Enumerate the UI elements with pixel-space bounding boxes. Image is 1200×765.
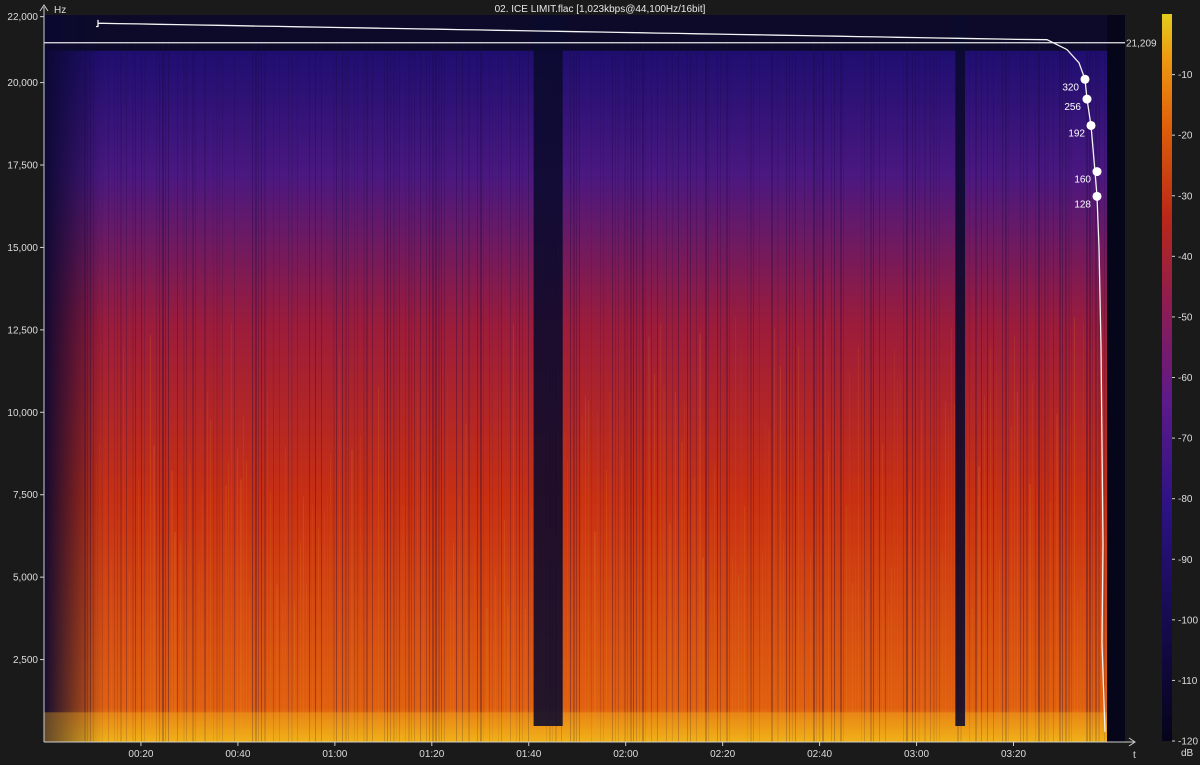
x-tick-label: 02:20 — [710, 749, 735, 760]
x-axis-unit: t — [1133, 750, 1136, 760]
colorbar-tick-label: -30 — [1178, 191, 1193, 202]
spectrogram-view: 22,000 20,000 17,500 15,000 12,500 10,000 7,50… — [0, 0, 1200, 761]
x-tick-label: 02:40 — [807, 749, 832, 760]
colorbar-tick-label: -70 — [1178, 434, 1193, 445]
colorbar-tick-label: -60 — [1178, 373, 1193, 384]
bitrate-marker — [1082, 94, 1092, 104]
spectrogram-chart: 22,000 20,000 17,500 15,000 12,500 10,000 7,50… — [7, 4, 1198, 761]
silence-band — [533, 15, 563, 726]
y-tick-label: 15,000 — [7, 243, 38, 254]
bitrate-marker-label: 128 — [1074, 199, 1091, 210]
colorbar-tick-label: -120 — [1178, 737, 1198, 748]
bitrate-marker-label: 192 — [1068, 128, 1085, 139]
colorbar-unit: dB — [1181, 748, 1194, 759]
y-tick-label: 22,000 — [7, 12, 38, 23]
colorbar-tick-label: -20 — [1178, 131, 1193, 142]
silence-band — [955, 15, 966, 726]
x-tick-label: 03:20 — [1001, 749, 1026, 760]
colorbar-tick-label: -50 — [1178, 312, 1193, 323]
cutoff-label: 21,209 — [1126, 39, 1157, 50]
x-tick-label: 00:40 — [225, 749, 250, 760]
x-tick-label: 01:00 — [322, 749, 347, 760]
colorbar-tick-label: -110 — [1178, 676, 1198, 687]
x-tick-label: 00:20 — [128, 749, 153, 760]
x-tick-label: 01:20 — [419, 749, 444, 760]
colorbar-tick-label: -40 — [1178, 252, 1193, 263]
colorbar-gradient — [1162, 14, 1172, 741]
trailing-silence — [1107, 15, 1125, 742]
x-tick-label: 03:00 — [904, 749, 929, 760]
x-tick-label: 02:00 — [613, 749, 638, 760]
intro-fade — [44, 15, 104, 742]
bitrate-marker-label: 160 — [1074, 175, 1091, 186]
colorbar-tick-label: -80 — [1178, 494, 1193, 505]
bitrate-marker — [1092, 167, 1102, 177]
low-frequency-band — [44, 712, 1107, 742]
colorbar: -10 -20 -30 -40 -50 -60 -70 -80 -90 -100 -110 -120 — [1162, 14, 1198, 748]
y-tick-label: 12,500 — [7, 325, 38, 336]
y-tick-label: 2,500 — [13, 655, 38, 666]
spectrum-field — [44, 50, 1107, 742]
spectrogram-heatmap — [44, 15, 1125, 742]
y-tick-label: 17,500 — [7, 161, 38, 172]
y-tick-label: 10,000 — [7, 408, 38, 419]
bitrate-marker — [1080, 74, 1090, 84]
y-tick-label: 7,500 — [13, 490, 38, 501]
bitrate-marker — [1086, 120, 1096, 130]
y-axis-unit: Hz — [54, 5, 66, 16]
y-tick-label: 5,000 — [13, 573, 38, 584]
x-tick-label: 01:40 — [516, 749, 541, 760]
bitrate-marker — [1092, 191, 1102, 201]
colorbar-tick-label: -10 — [1178, 70, 1193, 81]
colorbar-tick-label: -100 — [1178, 615, 1198, 626]
bitrate-marker-label: 256 — [1064, 102, 1081, 113]
bitrate-marker-label: 320 — [1062, 82, 1079, 93]
y-tick-label: 20,000 — [7, 78, 38, 89]
chart-title: 02. ICE LIMIT.flac [1,023kbps@44,100Hz/1… — [495, 4, 706, 15]
colorbar-tick-label: -90 — [1178, 555, 1193, 566]
